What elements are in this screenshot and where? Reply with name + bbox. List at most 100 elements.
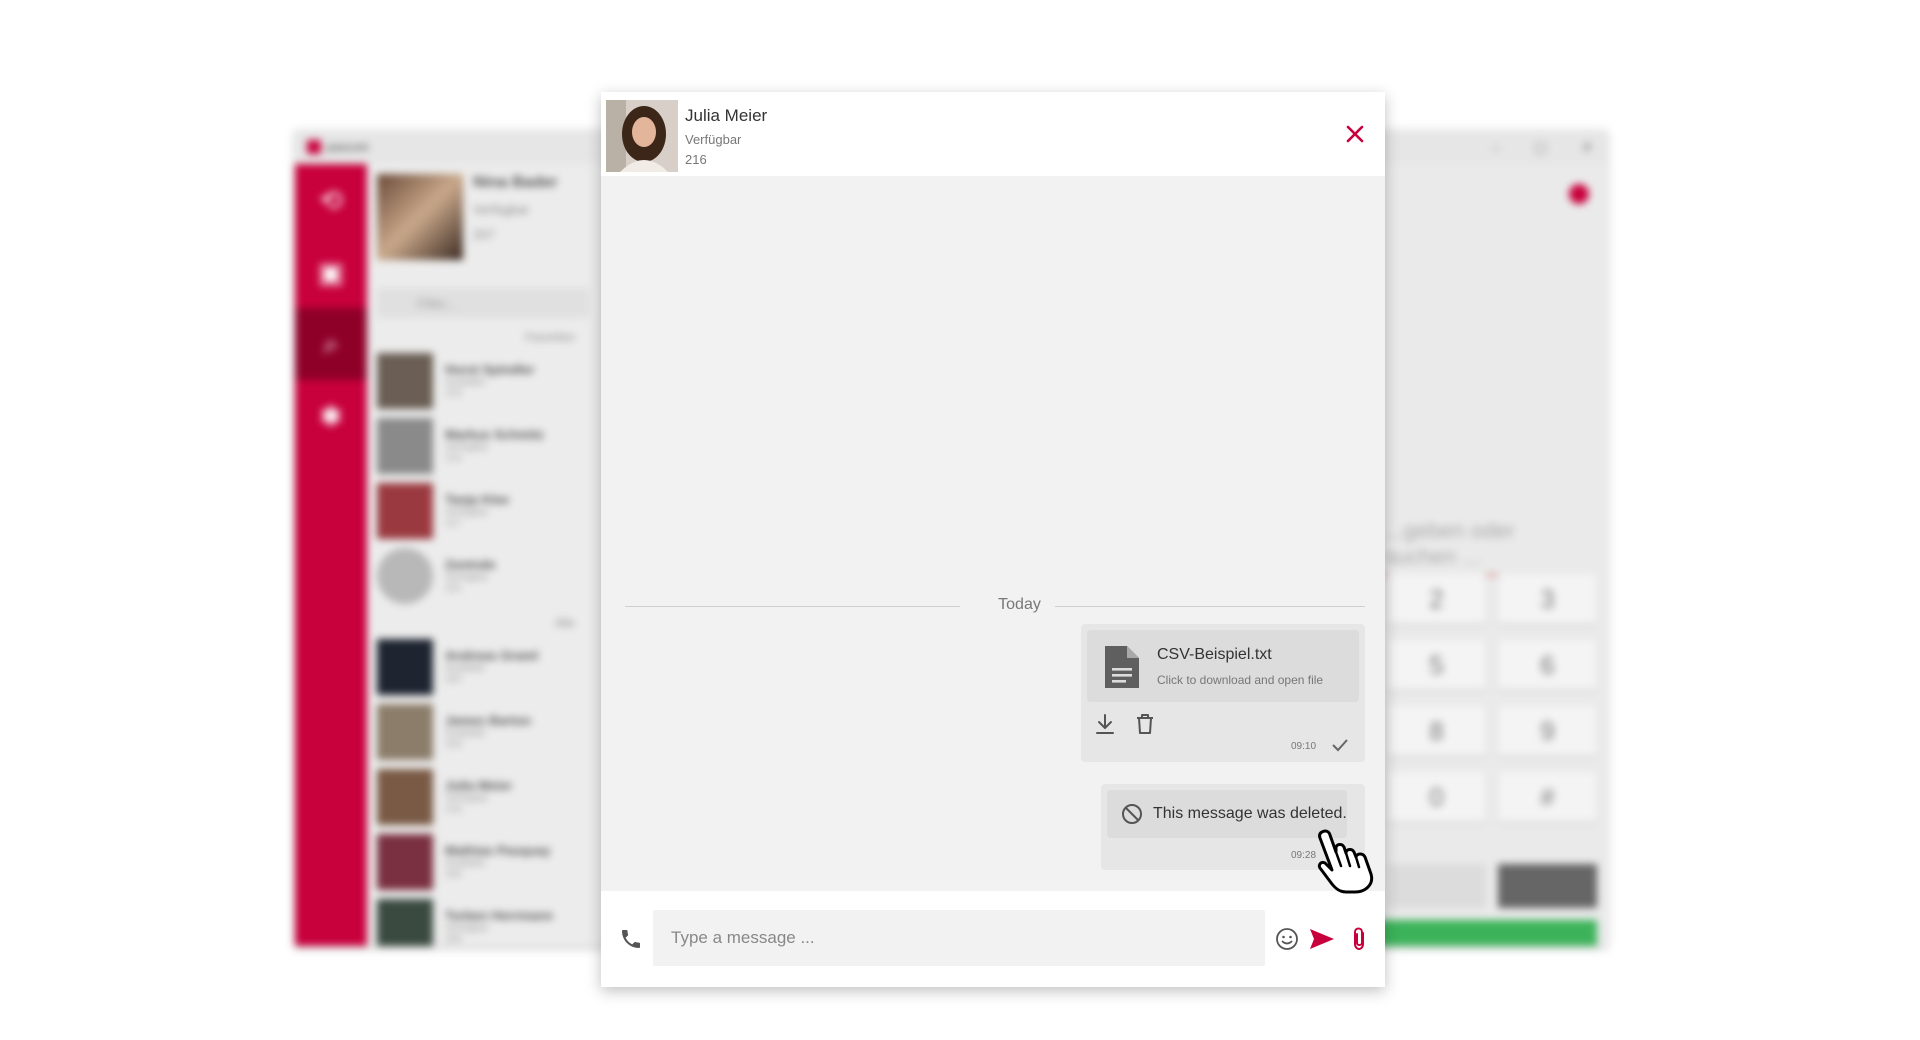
dial-key: 6: [1498, 640, 1597, 690]
emoji-button[interactable]: [1275, 927, 1299, 951]
dial-key: 8: [1387, 706, 1486, 756]
smiley-icon: [1276, 928, 1298, 950]
list-item: Tanja Klee Verfügbar 217: [367, 478, 599, 543]
avatar: [377, 547, 433, 604]
dialpad-action-row: [1387, 864, 1597, 908]
avatar: [377, 638, 433, 695]
trash-icon: [1137, 714, 1153, 734]
contact-ext: 201: [445, 583, 462, 594]
contact-name: James Barton: [445, 713, 531, 728]
contact-status: Verfügbar: [445, 507, 489, 518]
list-item: Andreas Graml Available 202: [367, 634, 599, 699]
contact-name: Julia Meier: [685, 106, 768, 125]
search-icon: ⌕: [295, 308, 367, 380]
contact-ext: 206: [445, 934, 462, 945]
contact-name: Tanja Klee: [445, 492, 510, 507]
phone-icon: [622, 930, 640, 948]
file-name: CSV-Beispiel.txt: [1157, 646, 1272, 663]
divider-line: [625, 606, 960, 607]
dialpad-keys: 2 3 5 6 8 9 0 #: [1377, 574, 1597, 822]
date-divider: Today: [625, 596, 1365, 616]
file-hint: Click to download and open file: [1157, 673, 1324, 687]
message-composer: [601, 891, 1385, 987]
document-icon: [1105, 646, 1139, 688]
contacts-card-icon: ▣: [317, 256, 345, 288]
dial-key: 3: [1498, 574, 1597, 624]
deleted-message-card: This message was deleted.: [1107, 790, 1347, 838]
contact-ext: 202: [445, 674, 462, 685]
avatar: [377, 352, 433, 409]
deleted-message-text: This message was deleted.: [1153, 805, 1347, 822]
minimize-icon: –: [1492, 139, 1501, 155]
file-attachment-card[interactable]: CSV-Beispiel.txt Click to download and o…: [1087, 630, 1359, 702]
close-window-icon: ✕: [1581, 139, 1593, 155]
own-name: Nina Bader: [473, 174, 558, 191]
contact-status: Available: [445, 858, 486, 869]
contact-ext: 216: [445, 804, 462, 815]
contact-ext: 217: [445, 518, 462, 529]
list-item: Zentrale Verfügbar 201: [367, 543, 599, 608]
file-message-bubble: CSV-Beispiel.txt Click to download and o…: [1081, 624, 1365, 762]
contact-name: Julia Meier: [445, 778, 513, 793]
chat-header: Julia Meier Verfügbar 216: [601, 92, 1385, 176]
blocked-icon: [1122, 804, 1142, 824]
download-icon: [1096, 714, 1114, 734]
list-item: Horst Spindler Available 215: [367, 348, 599, 413]
checkmark-icon: [1332, 739, 1348, 752]
dial-key: 2: [1387, 574, 1486, 624]
avatar: [377, 482, 433, 539]
dial-key: #: [1498, 772, 1597, 822]
avatar: [377, 417, 433, 474]
deleted-message-bubble: This message was deleted. 09:28: [1101, 784, 1365, 870]
list-item: Mathias Pasquay Available 205: [367, 829, 599, 894]
message-time: 09:28: [1291, 850, 1317, 861]
gear-icon: ✱: [319, 400, 343, 432]
send-button[interactable]: [1308, 926, 1336, 952]
call-button-bg: [1377, 920, 1597, 946]
group-favorites: Favoriten: [524, 330, 575, 344]
list-item: Markus Schmitz Verfügbar 213: [367, 413, 599, 478]
backspace-key: [1387, 864, 1486, 908]
contact-name: Horst Spindler: [445, 362, 535, 377]
contact-name: Torben Herrmann: [445, 908, 554, 923]
background-app-title: pascom: [327, 140, 370, 154]
close-icon: [1346, 125, 1364, 143]
contact-status: Available: [445, 728, 486, 739]
dial-key: 0: [1387, 772, 1486, 822]
dial-key: 5: [1387, 640, 1486, 690]
contact-name: Markus Schmitz: [445, 427, 544, 442]
attach-button[interactable]: [1347, 925, 1371, 953]
filter-input: Filter...: [377, 288, 589, 318]
list-item: Torben Herrmann Verfügbar 206: [367, 894, 599, 946]
dial-input: ...geben oder suchen ...: [1377, 514, 1597, 576]
contact-status: Verfügbar: [445, 572, 489, 583]
contact-status: Verfügbar: [685, 132, 742, 147]
own-profile: Nina Bader Verfügbar 207: [367, 164, 599, 284]
contact-name: Andreas Graml: [445, 648, 539, 663]
contact-status: Verfügbar: [445, 923, 489, 934]
avatar: [377, 703, 433, 760]
pascom-logo-icon: [307, 140, 321, 154]
contact-ext: 205: [445, 869, 462, 880]
dialpad-panel: ...geben oder suchen ... 2 3 5 6 8 9 0 #: [1377, 164, 1607, 946]
close-button[interactable]: [1343, 122, 1367, 146]
paperclip-icon: [1354, 927, 1364, 951]
list-item: James Barton Available 203: [367, 699, 599, 764]
contact-name: Mathias Pasquay: [445, 843, 551, 858]
avatar: [377, 174, 463, 260]
avatar: [377, 833, 433, 890]
contact-status: Verfügbar: [445, 793, 489, 804]
contact-ext: 203: [445, 739, 462, 750]
settings-gear-icon: [1569, 184, 1589, 204]
send-icon: [1310, 929, 1334, 949]
download-button[interactable]: [1093, 712, 1117, 736]
list-item: Julia Meier Verfügbar 216: [367, 764, 599, 829]
history-icon: ⟲: [319, 184, 343, 216]
delete-button[interactable]: [1133, 712, 1157, 736]
divider-line: [1055, 606, 1365, 607]
window-controls: – ▢ ✕: [1492, 139, 1593, 156]
message-input[interactable]: [653, 910, 1265, 966]
message-time: 09:10: [1291, 741, 1317, 752]
own-ext: 207: [473, 227, 495, 242]
call-button[interactable]: [619, 927, 643, 951]
